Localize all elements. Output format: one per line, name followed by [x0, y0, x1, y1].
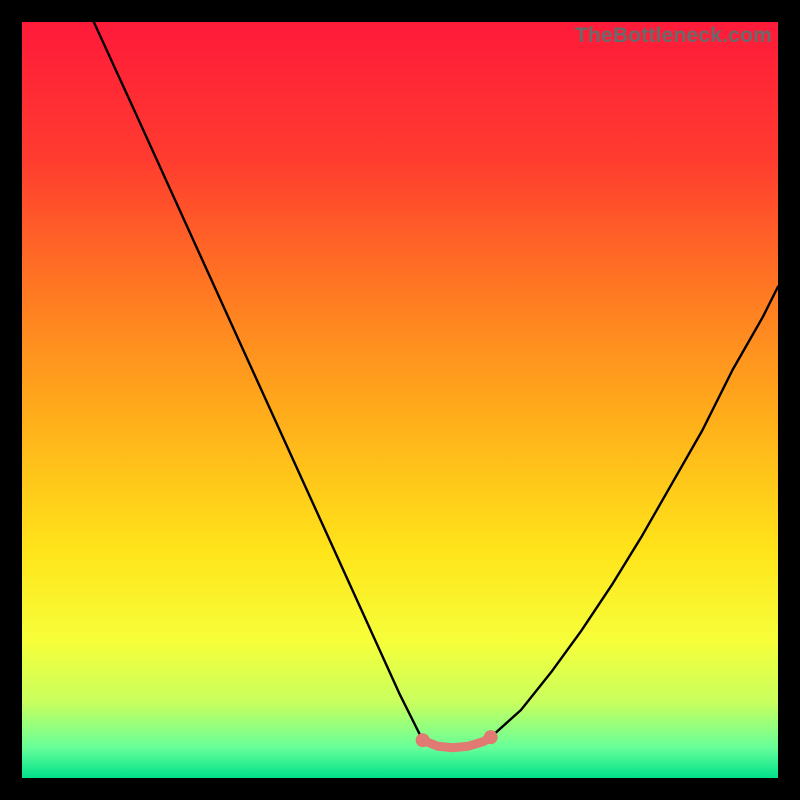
chart-frame: TheBottleneck.com [22, 22, 778, 778]
chart-background [22, 22, 778, 778]
watermark-label: TheBottleneck.com [575, 24, 772, 48]
